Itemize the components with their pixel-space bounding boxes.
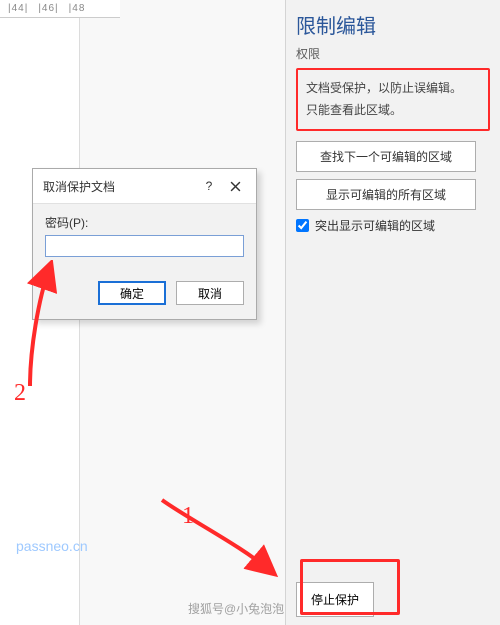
restrict-editing-pane: 限制编辑 权限 文档受保护，以防止误编辑。 只能查看此区域。 查找下一个可编辑的… [285,0,500,625]
find-next-editable-button[interactable]: 查找下一个可编辑的区域 [296,141,476,172]
watermark-text: 搜狐号@小兔泡泡 [188,600,284,617]
ruler-tick: |48 [69,3,86,14]
ruler: |44| |46| |48 [0,0,120,18]
annotation-number: 1 [182,503,194,530]
dialog-titlebar[interactable]: 取消保护文档 ? [33,169,256,204]
highlight-editable-checkbox-row[interactable]: 突出显示可编辑的区域 [296,217,490,234]
dialog-title: 取消保护文档 [43,178,196,195]
close-icon[interactable] [222,175,248,197]
dialog-body: 密码(P): 确定 取消 [33,204,256,319]
password-input[interactable] [45,235,244,257]
cancel-button[interactable]: 取消 [176,281,244,305]
password-label: 密码(P): [45,214,244,231]
protection-notice-line: 只能查看此区域。 [306,100,480,122]
ruler-tick: |46| [38,3,58,14]
highlight-editable-checkbox[interactable] [296,219,309,232]
document-page [0,18,80,625]
annotation-arrow-icon [150,490,280,590]
pane-title: 限制编辑 [296,10,490,39]
show-all-editable-button[interactable]: 显示可编辑的所有区域 [296,179,476,210]
ruler-tick: |44| [8,3,28,14]
protection-notice-line: 文档受保护，以防止误编辑。 [306,78,480,100]
help-icon[interactable]: ? [196,175,222,197]
stop-protection-button[interactable]: 停止保护 [296,582,374,617]
pane-subheading: 权限 [296,45,490,62]
protection-notice-box: 文档受保护，以防止误编辑。 只能查看此区域。 [296,68,490,131]
highlight-editable-label: 突出显示可编辑的区域 [315,217,435,234]
ok-button[interactable]: 确定 [98,281,166,305]
unprotect-document-dialog: 取消保护文档 ? 密码(P): 确定 取消 [32,168,257,320]
